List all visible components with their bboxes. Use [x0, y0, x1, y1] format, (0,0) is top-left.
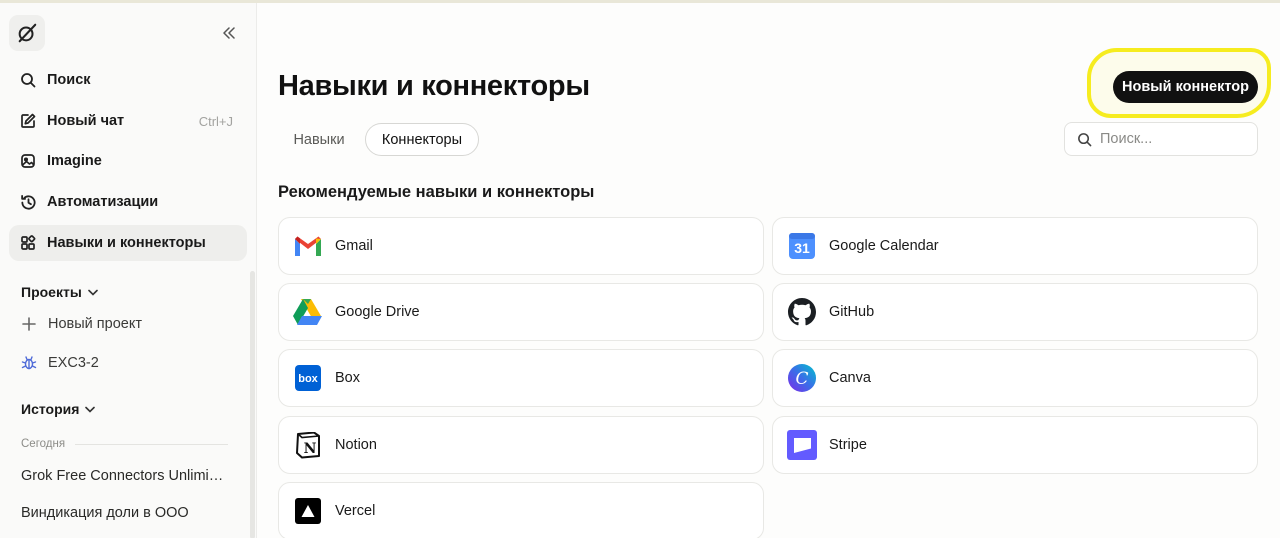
connector-name: Notion: [335, 437, 377, 453]
history-title: История: [21, 401, 80, 417]
new-project-button[interactable]: Новый проект: [14, 309, 244, 339]
tab-connectors[interactable]: Коннекторы: [365, 123, 479, 156]
connector-card-canva[interactable]: C Canva: [772, 349, 1258, 407]
grok-logo-icon: [18, 23, 37, 43]
canva-icon: C: [787, 363, 817, 393]
history-item[interactable]: Виндикация доли в ООО: [21, 505, 226, 521]
search-icon: [19, 71, 37, 89]
svg-text:31: 31: [794, 240, 810, 256]
search-icon: [1078, 132, 1092, 146]
nav-new-chat[interactable]: Новый чат Ctrl+J: [9, 103, 247, 139]
history-group-header: Сегодня: [21, 438, 228, 450]
connector-card-github[interactable]: GitHub: [772, 283, 1258, 341]
connector-card-google-drive[interactable]: Google Drive: [278, 283, 764, 341]
stripe-icon: [787, 430, 817, 460]
gmail-icon: [293, 231, 323, 261]
projects-title: Проекты: [21, 284, 82, 300]
project-item-label: EXC3-2: [48, 355, 99, 371]
nav-new-chat-label: Новый чат: [47, 113, 125, 129]
vercel-icon: [293, 496, 323, 526]
google-calendar-icon: 31: [787, 231, 817, 261]
svg-text:N: N: [304, 441, 317, 457]
new-connector-button[interactable]: Новый коннектор: [1113, 71, 1258, 103]
box-icon: box: [293, 363, 323, 393]
connector-name: Canva: [829, 370, 871, 386]
sidebar-scrollbar[interactable]: [250, 271, 255, 538]
sidebar: Поиск Новый чат Ctrl+J Imagine Автоматиз…: [0, 3, 257, 538]
connector-name: Box: [335, 370, 360, 386]
connector-card-stripe[interactable]: Stripe: [772, 416, 1258, 474]
divider: [75, 443, 228, 445]
bug-icon: [20, 354, 38, 372]
search-box[interactable]: [1064, 122, 1258, 156]
connector-name: Google Drive: [335, 304, 420, 320]
svg-text:C: C: [795, 369, 808, 389]
nav-skills-connectors-label: Навыки и коннекторы: [47, 235, 206, 251]
svg-text:box: box: [298, 373, 318, 385]
nav-imagine-label: Imagine: [47, 153, 102, 169]
connector-card-google-calendar[interactable]: 31 Google Calendar: [772, 217, 1258, 275]
connector-name: Stripe: [829, 437, 867, 453]
double-chevron-left-icon: [223, 27, 235, 39]
connector-name: Vercel: [335, 503, 376, 519]
connector-name: Google Calendar: [829, 238, 939, 254]
image-icon: [19, 152, 37, 170]
page-title: Навыки и коннекторы: [278, 70, 590, 102]
search-input[interactable]: [1100, 131, 1250, 147]
nav-imagine[interactable]: Imagine: [9, 143, 247, 179]
tab-skills[interactable]: Навыки: [279, 123, 359, 156]
section-title: Рекомендуемые навыки и коннекторы: [278, 183, 595, 201]
projects-section-toggle[interactable]: Проекты: [21, 284, 98, 300]
history-section-toggle[interactable]: История: [21, 401, 96, 417]
collapse-sidebar-button[interactable]: [219, 23, 239, 43]
chevron-down-icon: [85, 406, 96, 413]
nav-automations-label: Автоматизации: [47, 194, 159, 210]
connector-card-box[interactable]: box Box: [278, 349, 764, 407]
nav-automations[interactable]: Автоматизации: [9, 184, 247, 220]
widgets-icon: [19, 234, 37, 252]
connector-card-vercel[interactable]: Vercel: [278, 482, 764, 538]
new-chat-shortcut: Ctrl+J: [198, 113, 233, 129]
project-item-exc3-2[interactable]: EXC3-2: [14, 348, 244, 378]
chevron-down-icon: [87, 289, 98, 296]
github-icon: [787, 297, 817, 327]
history-clock-icon: [19, 193, 37, 211]
connector-card-notion[interactable]: N Notion: [278, 416, 764, 474]
plus-icon: [20, 315, 38, 333]
new-project-label: Новый проект: [48, 316, 142, 332]
grok-logo-button[interactable]: [9, 15, 45, 51]
nav-search-label: Поиск: [47, 72, 91, 88]
history-item[interactable]: Grok Free Connectors Unlimited: [21, 468, 226, 484]
connector-name: GitHub: [829, 304, 875, 320]
google-drive-icon: [293, 297, 323, 327]
edit-icon: [19, 112, 37, 130]
connector-name: Gmail: [335, 238, 373, 254]
connector-card-gmail[interactable]: Gmail: [278, 217, 764, 275]
notion-icon: N: [293, 430, 323, 460]
nav-search[interactable]: Поиск: [9, 62, 247, 98]
nav-skills-connectors[interactable]: Навыки и коннекторы: [9, 225, 247, 261]
history-group-label: Сегодня: [21, 438, 66, 450]
